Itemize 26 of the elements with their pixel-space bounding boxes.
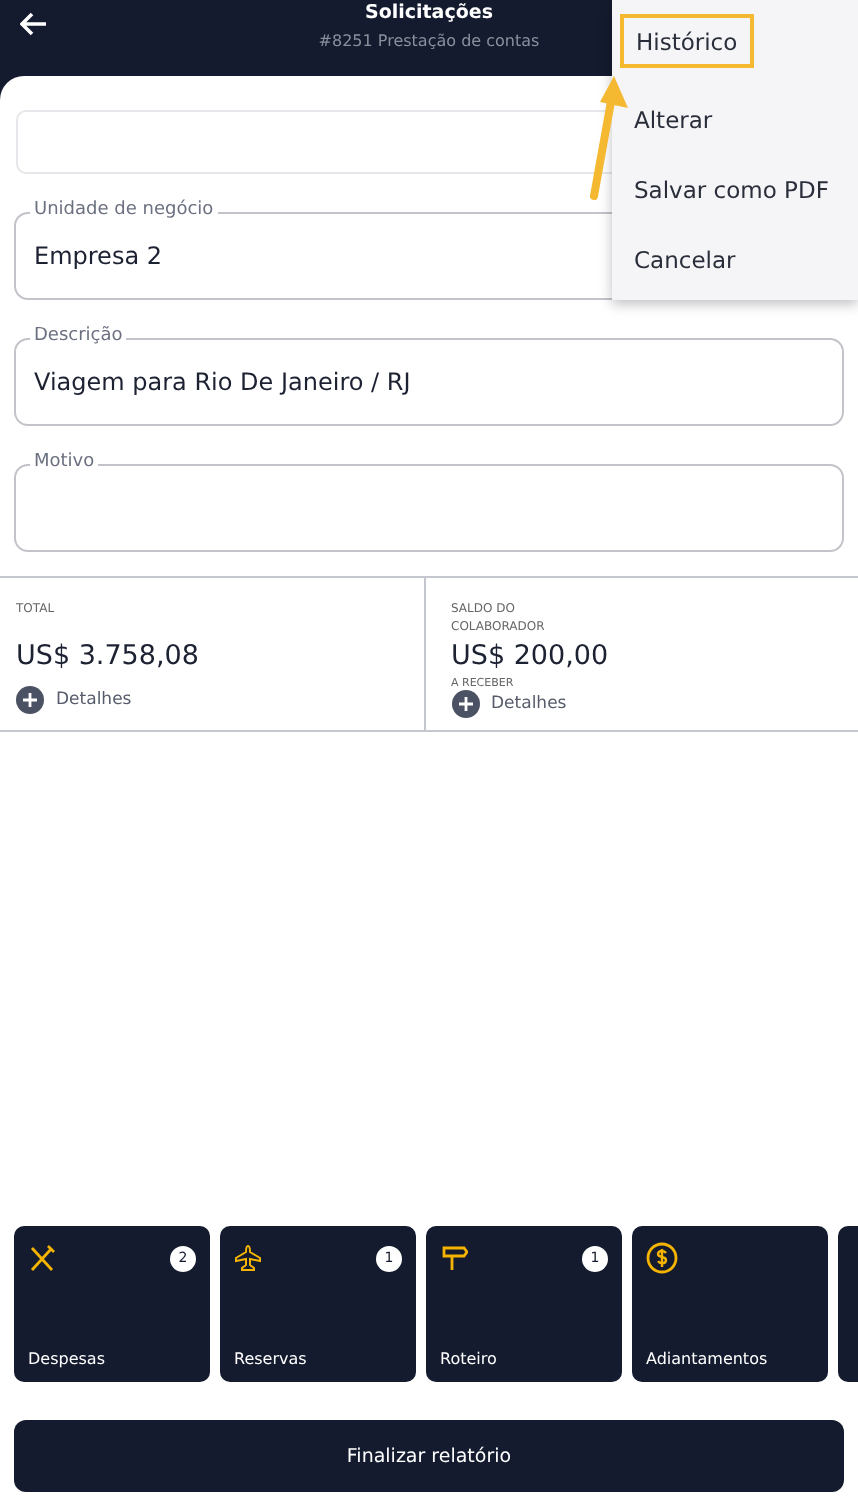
amount-text: US$ 3.758,08 [16, 640, 201, 672]
signpost-icon [440, 1244, 468, 1272]
text-field[interactable]: Descrição Viagem para Rio De Janeiro / RJ [14, 324, 844, 426]
category-tile[interactable]: Adiantamentos [632, 1226, 828, 1382]
text-field[interactable]: Motivo [14, 450, 844, 552]
field-value: Empresa 2 [34, 242, 162, 270]
back-arrow-icon[interactable] [20, 12, 48, 36]
menu-item[interactable]: Cancelar [612, 224, 858, 294]
menu-item[interactable]: Salvar como PDF [612, 154, 858, 224]
details-link[interactable]: Detalhes [491, 694, 567, 714]
header-title: Solicitações [365, 2, 493, 24]
cutlery-icon [28, 1244, 56, 1272]
plus-icon[interactable] [16, 686, 44, 714]
details-link[interactable]: Detalhes [56, 690, 132, 710]
field-label: Descrição [30, 324, 127, 350]
amount-text: US$ 200,00 [451, 640, 611, 672]
header-subtitle: #8251 Prestação de contas [318, 32, 540, 50]
menu-item[interactable]: Alterar [612, 84, 858, 154]
field-value: Viagem para Rio De Janeiro / RJ [34, 368, 411, 396]
menu-item[interactable]: Histórico [620, 14, 754, 68]
field-label: Unidade de negócio [30, 198, 218, 224]
dollar-coin-icon [646, 1242, 678, 1274]
airplane-icon [234, 1244, 262, 1272]
plus-icon[interactable] [451, 690, 479, 718]
pointer-arrow-drawing [586, 72, 634, 204]
finish-report-button[interactable]: Finalizar relatório [14, 1420, 844, 1492]
